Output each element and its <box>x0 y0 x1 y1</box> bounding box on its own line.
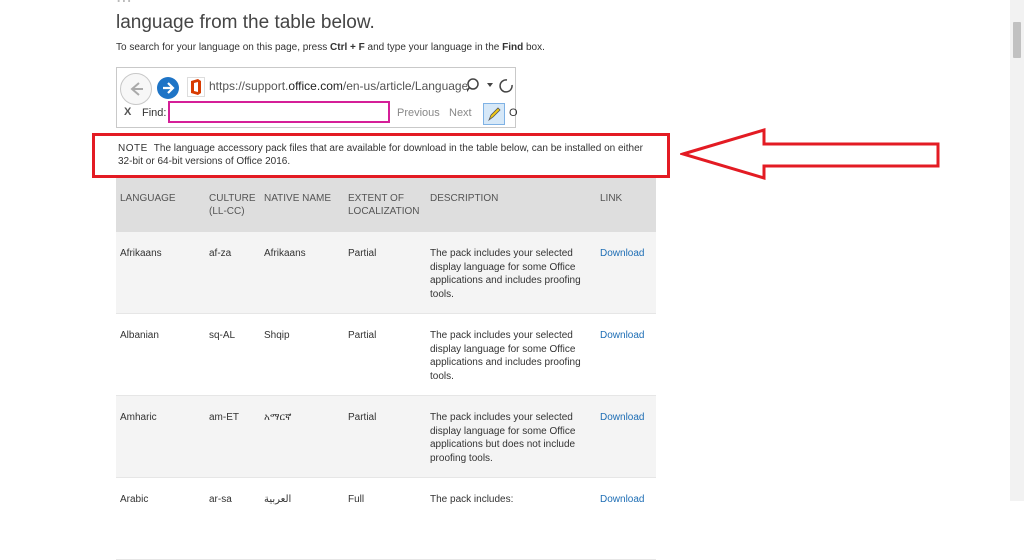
cell-language: Afrikaans <box>120 248 162 259</box>
dropdown-arrow-icon <box>487 83 493 87</box>
cell-language: Albanian <box>120 330 159 341</box>
table-row: Amharic am-ET አማርኛ Partial The pack incl… <box>116 396 656 478</box>
download-link[interactable]: Download <box>600 411 644 425</box>
url-domain: office.com <box>288 79 343 93</box>
header-link: LINK <box>600 193 623 204</box>
cell-extent: Full <box>348 494 365 505</box>
heading-line-1: ... <box>116 0 375 10</box>
url-prefix: https://support. <box>209 79 289 93</box>
annotation-arrow-icon <box>680 127 940 181</box>
refresh-icon <box>499 79 513 93</box>
find-input[interactable] <box>168 101 390 123</box>
cell-extent: Partial <box>348 248 377 259</box>
find-options-button[interactable]: O <box>509 107 518 119</box>
address-bar-icons <box>465 76 513 101</box>
vertical-scrollbar[interactable] <box>1010 0 1024 501</box>
cell-description: The pack includes your selected display … <box>430 330 581 382</box>
annotation-highlight-box <box>92 133 670 178</box>
search-icon <box>465 78 479 93</box>
cell-culture: af-za <box>209 248 232 259</box>
forward-button[interactable] <box>157 77 179 99</box>
pencil-icon <box>488 107 501 122</box>
forward-arrow-icon <box>163 82 175 94</box>
table-row: Arabic ar-sa العربية Full The pack inclu… <box>116 478 656 560</box>
find-previous-button[interactable]: Previous <box>397 107 440 119</box>
cell-description: The pack includes: <box>430 494 514 505</box>
language-table: LANGUAGE CULTURE (LL-CC) NATIVE NAME EXT… <box>116 178 656 560</box>
cell-culture: ar-sa <box>209 494 232 505</box>
instruction-prefix: To search for your language on this page… <box>116 42 331 53</box>
cell-native-name: አማርኛ <box>264 412 292 423</box>
download-link[interactable]: Download <box>600 493 644 507</box>
close-find-button[interactable]: X <box>124 106 131 118</box>
table-row: Afrikaans af-za Afrikaans Partial The pa… <box>116 232 656 314</box>
highlight-button[interactable] <box>483 103 505 125</box>
back-arrow-icon <box>130 82 143 96</box>
instruction-keys: Ctrl + F <box>330 42 365 53</box>
page-heading: ... language from the table below. <box>116 0 375 36</box>
download-link[interactable]: Download <box>600 329 644 343</box>
cell-description: The pack includes your selected display … <box>430 412 576 464</box>
browser-find-screenshot: https://support.office.com/en-us/article… <box>116 67 518 128</box>
header-language: LANGUAGE <box>120 193 176 204</box>
cell-description: The pack includes your selected display … <box>430 248 581 300</box>
search-instruction: To search for your language on this page… <box>116 42 545 53</box>
find-label: Find: <box>142 107 167 119</box>
office-logo-icon <box>187 77 205 97</box>
cell-language: Amharic <box>120 412 157 423</box>
cell-extent: Partial <box>348 330 377 341</box>
find-bar: X Find: Previous Next O <box>117 101 518 127</box>
cell-native-name: Shqip <box>264 330 290 341</box>
cell-native-name: العربية <box>264 494 292 505</box>
address-bar-url[interactable]: https://support.office.com/en-us/article… <box>209 79 467 93</box>
cell-culture: am-ET <box>209 412 239 423</box>
header-culture: CULTURE (LL-CC) <box>209 193 256 217</box>
cell-extent: Partial <box>348 412 377 423</box>
find-next-button[interactable]: Next <box>449 107 472 119</box>
url-suffix: /en-us/article/Language- <box>342 79 467 93</box>
scrollbar-thumb[interactable] <box>1013 22 1021 58</box>
instruction-middle: and type your language in the <box>364 42 503 53</box>
instruction-find-word: Find <box>502 42 524 53</box>
header-extent: EXTENT OF LOCALIZATION <box>348 193 420 217</box>
download-link[interactable]: Download <box>600 247 644 261</box>
header-description: DESCRIPTION <box>430 193 499 204</box>
instruction-suffix: box. <box>523 42 545 53</box>
table-header: LANGUAGE CULTURE (LL-CC) NATIVE NAME EXT… <box>116 178 656 232</box>
heading-line-2: language from the table below. <box>116 12 375 33</box>
table-row: Albanian sq-AL Shqip Partial The pack in… <box>116 314 656 396</box>
header-native-name: NATIVE NAME <box>264 193 332 204</box>
cell-language: Arabic <box>120 494 149 505</box>
cell-native-name: Afrikaans <box>264 248 306 259</box>
cell-culture: sq-AL <box>209 330 236 341</box>
back-button[interactable] <box>120 73 152 105</box>
